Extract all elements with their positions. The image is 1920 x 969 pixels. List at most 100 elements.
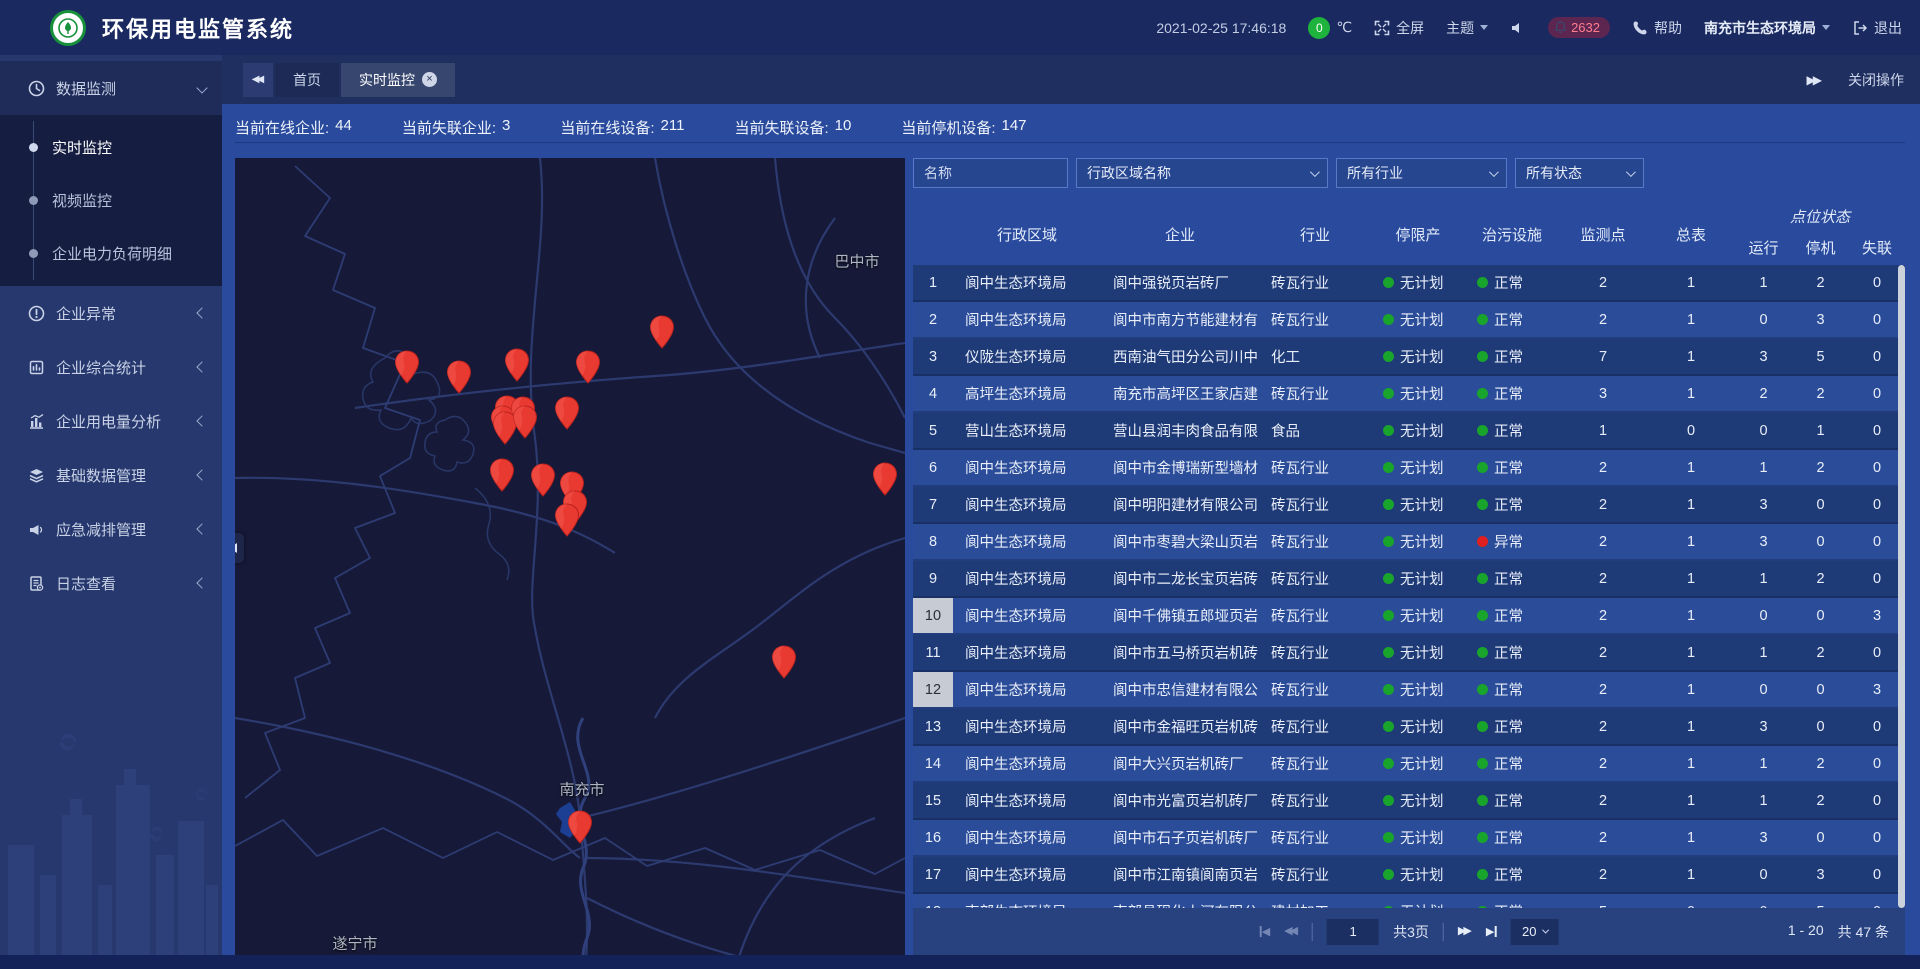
page-size-select[interactable]: 20 bbox=[1510, 919, 1558, 945]
table-row[interactable]: 8阆中生态环境局阆中市枣碧大梁山页岩砖瓦行业无计划异常21300 bbox=[913, 524, 1905, 561]
status-dot-green bbox=[1477, 277, 1488, 288]
map-marker-pin-icon[interactable] bbox=[872, 462, 898, 496]
cell-company: 阆中市南方节能建材有 bbox=[1101, 302, 1259, 337]
fullscreen-icon bbox=[1374, 20, 1390, 36]
next-page-button[interactable]: ▶▶ bbox=[1458, 926, 1472, 937]
status-dot-green bbox=[1477, 647, 1488, 658]
table-row[interactable]: 15阆中生态环境局阆中市光富页岩机砖厂砖瓦行业无计划正常21120 bbox=[913, 783, 1905, 820]
table-row[interactable]: 14阆中生态环境局阆中大兴页岩机砖厂砖瓦行业无计划正常21120 bbox=[913, 746, 1905, 783]
table-row[interactable]: 5营山生态环境局营山县润丰肉食品有限食品无计划正常10010 bbox=[913, 413, 1905, 450]
cell-monitor: 2 bbox=[1559, 598, 1647, 633]
city-label-巴中市: 巴中市 bbox=[834, 251, 879, 272]
table-row[interactable]: 12阆中生态环境局阆中市忠信建材有限公砖瓦行业无计划正常21003 bbox=[913, 672, 1905, 709]
mute-button[interactable] bbox=[1510, 20, 1526, 36]
prev-page-button[interactable]: ◀◀ bbox=[1284, 926, 1298, 937]
table-row[interactable]: 2阆中生态环境局阆中市南方节能建材有砖瓦行业无计划正常21030 bbox=[913, 302, 1905, 339]
tab-close-icon[interactable]: × bbox=[422, 72, 437, 87]
table-scrollbar[interactable] bbox=[1898, 265, 1905, 908]
cell-run: 0 bbox=[1735, 598, 1792, 633]
map-marker-pin-icon[interactable] bbox=[649, 315, 675, 349]
sidebar-item[interactable]: 企业用电量分析 bbox=[0, 394, 222, 448]
sidebar-subitem[interactable]: 实时监控 bbox=[0, 121, 222, 174]
table-row[interactable]: 16阆中生态环境局阆中市石子页岩机砖厂砖瓦行业无计划正常21300 bbox=[913, 820, 1905, 857]
cell-stop: 2 bbox=[1792, 783, 1849, 818]
map-marker-pin-icon[interactable] bbox=[512, 405, 538, 439]
logout-label: 退出 bbox=[1874, 18, 1902, 38]
double-left-arrow-icon: ◀◀ bbox=[252, 75, 264, 85]
table-row[interactable]: 10阆中生态环境局阆中千佛镇五郎垭页岩砖瓦行业无计划正常21003 bbox=[913, 598, 1905, 635]
name-search-input[interactable] bbox=[913, 158, 1068, 188]
table-row[interactable]: 1阆中生态环境局阆中强锐页岩砖厂砖瓦行业无计划正常21120 bbox=[913, 265, 1905, 302]
notification-badge[interactable]: 2632 bbox=[1548, 17, 1610, 38]
cell-district: 营山生态环境局 bbox=[953, 413, 1101, 448]
map-marker-pin-icon[interactable] bbox=[489, 458, 515, 492]
map-marker-pin-icon[interactable] bbox=[554, 503, 580, 537]
cell-company: 阆中市光富页岩机砖厂 bbox=[1101, 783, 1259, 818]
fullscreen-button[interactable]: 全屏 bbox=[1374, 18, 1424, 38]
last-page-button[interactable]: ▶ bbox=[1486, 925, 1496, 938]
org-dropdown[interactable]: 南充市生态环境局 bbox=[1704, 18, 1830, 38]
status-dot-green bbox=[1477, 314, 1488, 325]
map-marker-pin-icon[interactable] bbox=[575, 350, 601, 384]
sidebar-item[interactable]: 企业综合统计 bbox=[0, 340, 222, 394]
table-row[interactable]: 13阆中生态环境局阆中市金福旺页岩机砖砖瓦行业无计划正常21300 bbox=[913, 709, 1905, 746]
tabs-scroll-left-button[interactable]: ◀◀ bbox=[243, 63, 273, 97]
row-index: 10 bbox=[913, 598, 953, 633]
help-button[interactable]: 帮助 bbox=[1632, 18, 1682, 38]
map-marker-pin-icon[interactable] bbox=[771, 645, 797, 679]
cell-total: 1 bbox=[1647, 487, 1735, 522]
theme-dropdown[interactable]: 主题 bbox=[1446, 18, 1488, 38]
sidebar-item-label: 企业异常 bbox=[56, 303, 198, 324]
facility-text: 正常 bbox=[1494, 864, 1523, 885]
map-collapse-toggle[interactable] bbox=[235, 533, 244, 563]
status-dot-green bbox=[1383, 314, 1394, 325]
status-dot-green bbox=[1477, 758, 1488, 769]
table-row[interactable]: 18南部生态环境局南部县砚化小河有限公建材加工无计划正常50050 bbox=[913, 894, 1905, 908]
page-number-input[interactable]: 1 bbox=[1327, 919, 1379, 945]
cell-monitor: 3 bbox=[1559, 376, 1647, 411]
chevron-left-icon bbox=[196, 523, 207, 534]
sidebar-item[interactable]: 日志查看 bbox=[0, 556, 222, 610]
map-marker-pin-icon[interactable] bbox=[446, 360, 472, 394]
cell-total: 1 bbox=[1647, 820, 1735, 855]
logout-button[interactable]: 退出 bbox=[1852, 18, 1902, 38]
cell-total: 1 bbox=[1647, 561, 1735, 596]
map-marker-pin-icon[interactable] bbox=[504, 348, 530, 382]
double-right-arrow-icon[interactable]: ▶▶ bbox=[1807, 74, 1822, 86]
filter-select-2[interactable]: 所有行业 bbox=[1336, 158, 1507, 188]
table-row[interactable]: 6阆中生态环境局阆中市金博瑞新型墙材砖瓦行业无计划正常21120 bbox=[913, 450, 1905, 487]
fullscreen-label: 全屏 bbox=[1396, 18, 1424, 38]
sidebar-subitem[interactable]: 企业电力负荷明细 bbox=[0, 227, 222, 280]
log-icon bbox=[28, 575, 45, 592]
cell-total: 1 bbox=[1647, 376, 1735, 411]
filter-select-3[interactable]: 所有状态 bbox=[1515, 158, 1644, 188]
map-marker-pin-icon[interactable] bbox=[554, 396, 580, 430]
cell-lost: 0 bbox=[1849, 561, 1905, 596]
map-marker-pin-icon[interactable] bbox=[394, 350, 420, 384]
tab-实时监控[interactable]: 实时监控× bbox=[341, 63, 455, 97]
first-page-button[interactable]: ◀ bbox=[1260, 925, 1270, 938]
chevron-down-icon bbox=[1489, 167, 1499, 177]
map-panel[interactable]: 巴中市南充市遂宁市 bbox=[235, 158, 905, 955]
table-row[interactable]: 9阆中生态环境局阆中市二龙长宝页岩砖砖瓦行业无计划正常21120 bbox=[913, 561, 1905, 598]
filter-select-1[interactable]: 行政区域名称 bbox=[1076, 158, 1328, 188]
table-row[interactable]: 7阆中生态环境局阆中明阳建材有限公司砖瓦行业无计划正常21300 bbox=[913, 487, 1905, 524]
tab-首页[interactable]: 首页 bbox=[275, 63, 339, 97]
map-marker-pin-icon[interactable] bbox=[567, 810, 593, 844]
sidebar-item[interactable]: 企业异常 bbox=[0, 286, 222, 340]
close-operations-dropdown[interactable]: 关闭操作 bbox=[1848, 70, 1904, 90]
cell-industry: 砖瓦行业 bbox=[1259, 376, 1371, 411]
sidebar-item[interactable]: 应急减排管理 bbox=[0, 502, 222, 556]
table-row[interactable]: 4高坪生态环境局南充市高坪区王家店建砖瓦行业无计划正常31220 bbox=[913, 376, 1905, 413]
cell-limit-status: 无计划 bbox=[1371, 820, 1465, 855]
map-marker-pin-icon[interactable] bbox=[530, 463, 556, 497]
sidebar-item[interactable]: 数据监测 bbox=[0, 61, 222, 115]
table-row[interactable]: 11阆中生态环境局阆中市五马桥页岩机砖砖瓦行业无计划正常21120 bbox=[913, 635, 1905, 672]
sidebar-item[interactable]: 基础数据管理 bbox=[0, 448, 222, 502]
sidebar-subitem[interactable]: 视频监控 bbox=[0, 174, 222, 227]
table-row[interactable]: 17阆中生态环境局阆中市江南镇阆南页岩砖瓦行业无计划正常21030 bbox=[913, 857, 1905, 894]
scrollbar-thumb[interactable] bbox=[1898, 265, 1905, 908]
cell-total: 1 bbox=[1647, 339, 1735, 374]
col-total: 总表 bbox=[1647, 203, 1735, 265]
table-row[interactable]: 3仪陇生态环境局西南油气田分公司川中化工无计划正常71350 bbox=[913, 339, 1905, 376]
